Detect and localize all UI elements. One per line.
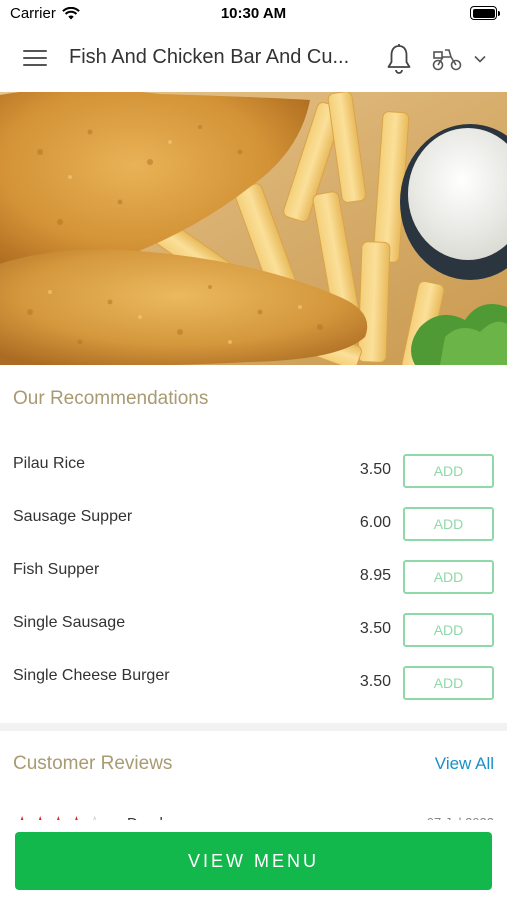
item-name: Pilau Rice [13,455,86,472]
battery-icon [470,6,500,20]
item-price: 3.50 [359,461,391,478]
item-name: Single Cheese Burger [13,667,170,684]
item-price: 3.50 [359,620,391,637]
list-item: Single Sausage 3.50 ADD [0,602,507,655]
hamburger-menu-icon[interactable] [23,50,47,68]
app-header: Fish And Chicken Bar And Cu... [0,28,507,92]
item-price: 8.95 [359,567,391,584]
hero-food-image [0,92,507,365]
add-button[interactable]: ADD [403,560,494,594]
add-button[interactable]: ADD [403,666,494,700]
recommendations-list: Pilau Rice 3.50 ADD Sausage Supper 6.00 … [0,443,507,708]
reviews-title: Customer Reviews [13,753,173,774]
recommendations-title: Our Recommendations [13,388,209,409]
view-menu-button[interactable]: VIEW MENU [15,832,492,890]
list-item: Fish Supper 8.95 ADD [0,549,507,602]
item-price: 6.00 [359,514,391,531]
chevron-down-icon[interactable] [473,52,487,66]
item-name: Single Sausage [13,614,126,631]
clock: 10:30 AM [220,5,287,22]
add-button[interactable]: ADD [403,507,494,541]
view-all-reviews-link[interactable]: View All [435,754,494,774]
list-item: Pilau Rice 3.50 ADD [0,443,507,496]
status-bar: Carrier 10:30 AM [0,0,507,28]
item-price: 3.50 [359,673,391,690]
delivery-scooter-icon[interactable] [431,46,463,72]
section-divider [0,723,507,731]
add-button[interactable]: ADD [403,454,494,488]
item-name: Sausage Supper [13,508,133,525]
add-button[interactable]: ADD [403,613,494,647]
item-name: Fish Supper [13,561,100,578]
shop-title: Fish And Chicken Bar And Cu... [69,46,350,68]
bottom-bar: VIEW MENU [0,820,507,900]
list-item: Single Cheese Burger 3.50 ADD [0,655,507,708]
bell-icon[interactable] [385,43,413,75]
list-item: Sausage Supper 6.00 ADD [0,496,507,549]
